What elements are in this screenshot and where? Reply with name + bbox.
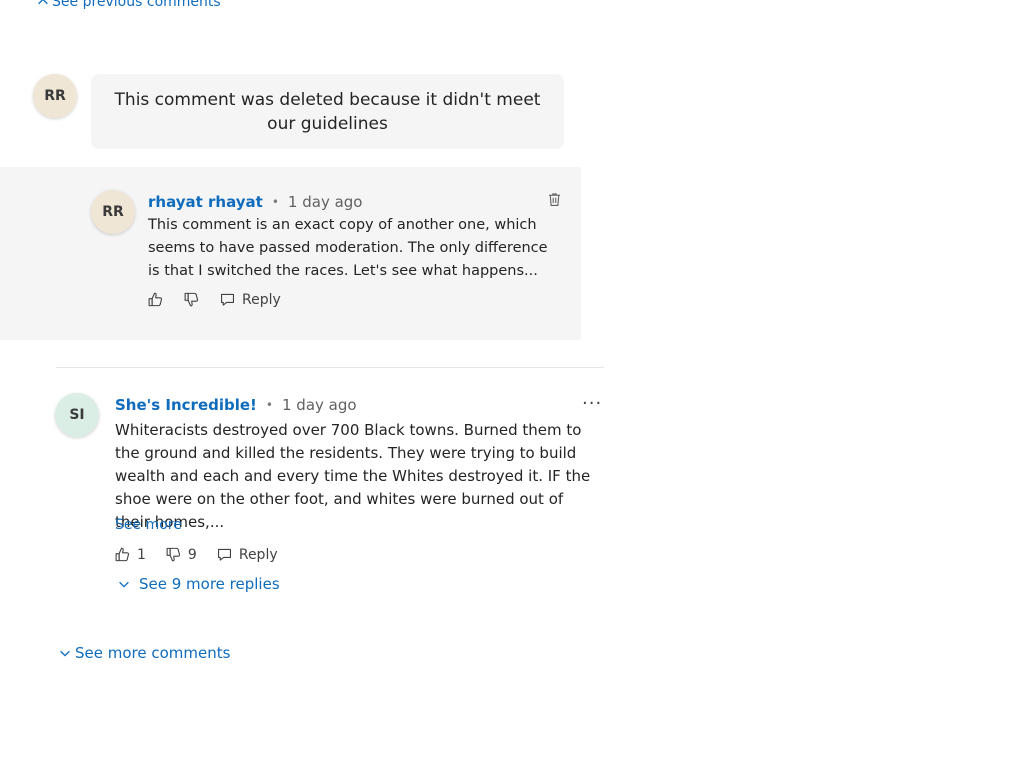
reply-icon: [220, 293, 235, 306]
avatar[interactable]: RR: [91, 190, 135, 234]
separator-dot: •: [265, 398, 273, 412]
author-name[interactable]: She's Incredible!: [115, 396, 257, 414]
comment-meta: She's Incredible! • 1 day ago: [115, 396, 357, 414]
thumbs-up-icon: [148, 292, 163, 307]
reply-actions: Reply: [147, 291, 281, 308]
chevron-down-icon: [119, 581, 129, 588]
dislike-count: 9: [187, 546, 197, 563]
see-more-comments-label: See more comments: [75, 644, 231, 662]
see-more-link[interactable]: See more: [115, 517, 182, 533]
like-button[interactable]: [147, 291, 164, 308]
reply-label: Reply: [242, 291, 281, 308]
like-count: 1: [137, 546, 146, 563]
thumbs-down-icon: [184, 292, 199, 307]
more-options-icon[interactable]: ···: [582, 393, 602, 414]
timestamp: 1 day ago: [281, 396, 357, 414]
deleted-comment-text: This comment was deleted because it didn…: [114, 89, 541, 134]
avatar[interactable]: RR: [33, 74, 77, 118]
see-more-replies-link[interactable]: See 9 more replies: [117, 575, 280, 593]
avatar-initials: RR: [44, 88, 66, 104]
see-previous-label: See previous comments: [52, 0, 221, 10]
comment-actions: 1 9 Reply: [114, 546, 278, 563]
delete-button[interactable]: [546, 191, 563, 212]
see-previous-comments-link[interactable]: See previous comments: [36, 0, 221, 10]
like-button[interactable]: 1: [114, 546, 146, 563]
dislike-button[interactable]: 9: [165, 546, 197, 563]
reply-button[interactable]: Reply: [216, 546, 278, 563]
comment-body: Whiteracists destroyed over 700 Black to…: [115, 421, 591, 531]
avatar[interactable]: SI: [55, 393, 99, 437]
avatar-initials: SI: [69, 407, 85, 423]
thumbs-up-icon: [115, 547, 130, 562]
thumbs-down-icon: [166, 547, 180, 562]
see-more-comments-link[interactable]: See more comments: [58, 644, 230, 662]
reply-meta: rhayat rhayat • 1 day ago: [148, 193, 362, 211]
timestamp: 1 day ago: [287, 193, 363, 211]
dislike-button[interactable]: [183, 291, 200, 308]
divider: [56, 367, 604, 368]
separator-dot: •: [271, 195, 279, 209]
chevron-up-icon: [38, 0, 48, 5]
avatar-initials: RR: [102, 204, 124, 220]
reply-body: This comment is an exact copy of another…: [148, 217, 548, 279]
see-more-replies-label: See 9 more replies: [139, 575, 280, 593]
trash-icon: [548, 193, 561, 207]
reply-label: Reply: [238, 546, 278, 563]
author-name[interactable]: rhayat rhayat: [148, 193, 263, 211]
reply-button[interactable]: Reply: [219, 291, 281, 308]
chevron-down-icon: [60, 650, 70, 657]
reply-icon: [217, 548, 231, 561]
deleted-comment-notice: This comment was deleted because it didn…: [91, 74, 564, 149]
